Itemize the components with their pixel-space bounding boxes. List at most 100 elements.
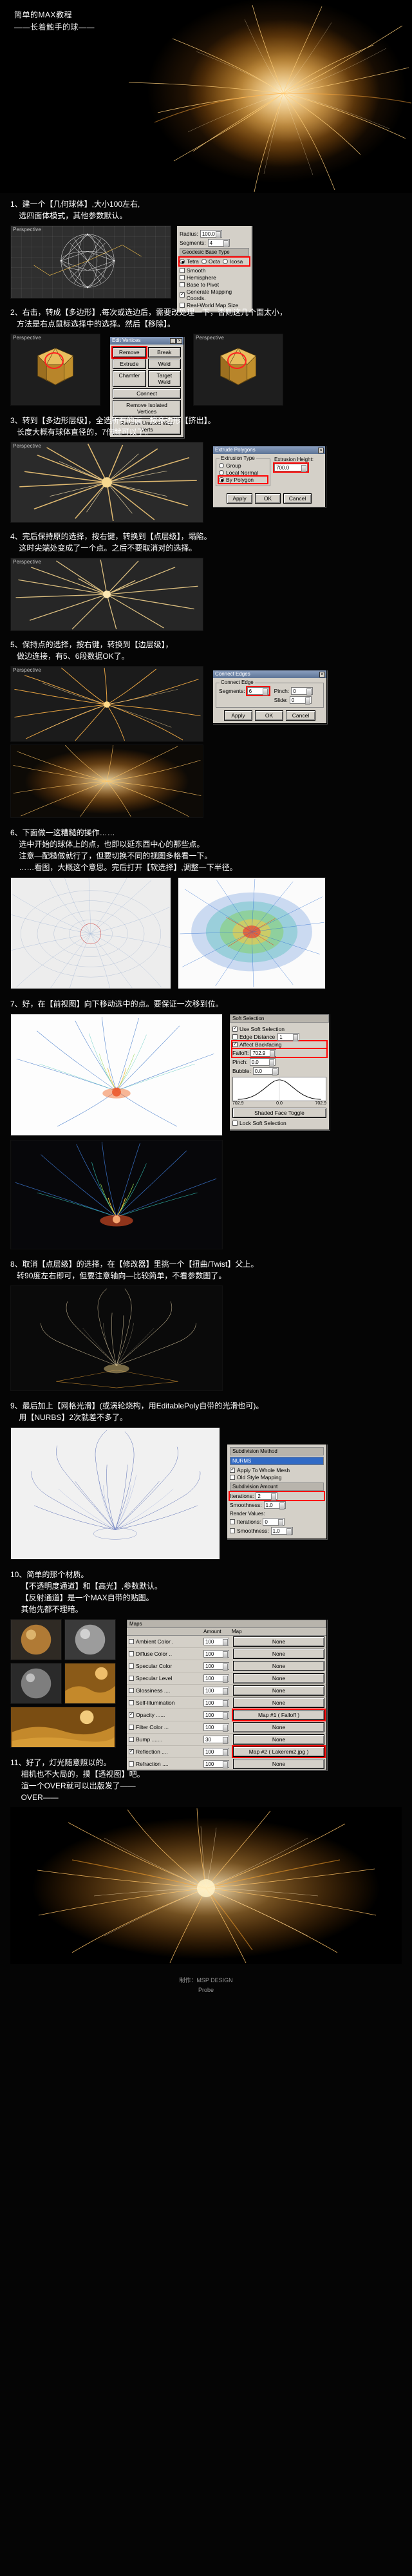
check-old-style-mapping[interactable]: Old Style Mapping xyxy=(230,1474,324,1481)
close-icon[interactable]: × xyxy=(176,337,182,344)
connect-segments-row[interactable]: Segments: 6 xyxy=(219,686,270,696)
smoothness-value[interactable]: 1.0 xyxy=(263,1501,286,1510)
chamfer-button[interactable]: Chamfer xyxy=(113,370,146,387)
map-row-amount[interactable]: 100 xyxy=(203,1723,229,1732)
connect-segments-value[interactable]: 6 xyxy=(245,686,270,696)
viewport-twist[interactable]: Perspective xyxy=(10,1285,223,1391)
meshsmooth-dialog[interactable]: Subdivision Method NURMS Apply To Whole … xyxy=(227,1444,327,1539)
table-row[interactable]: Opacity ...... 100 Map #1 ( Falloff ) xyxy=(127,1709,326,1721)
check-edge-distance[interactable]: Edge Distance xyxy=(232,1034,275,1040)
connect-titlebar-buttons[interactable]: × xyxy=(319,671,326,677)
extrusion-height-value[interactable]: 700.0 xyxy=(273,462,309,473)
falloff-value[interactable]: 702.9 xyxy=(250,1049,277,1057)
map-row-slot[interactable]: None xyxy=(233,1661,324,1671)
check-apply-to-whole-mesh[interactable]: Apply To Whole Mesh xyxy=(230,1466,324,1473)
break-button[interactable]: Break xyxy=(147,347,181,357)
map-row-slot[interactable]: None xyxy=(233,1722,324,1732)
subdivision-method-value[interactable]: NURMS xyxy=(230,1457,323,1464)
render-smoothness-value[interactable]: 1.0 xyxy=(270,1527,293,1535)
base-type-icosa[interactable]: Icosa xyxy=(222,258,243,265)
viewport-front-soft[interactable]: Front xyxy=(10,1014,223,1136)
map-row-amount[interactable]: 100 xyxy=(203,1662,229,1671)
check-base-to-pivot[interactable]: Base to Pivot xyxy=(180,281,249,288)
check-affect-backfacing[interactable]: Affect Backfacing xyxy=(231,1040,328,1049)
extrude-button[interactable]: Extrude xyxy=(113,359,146,369)
cancel-button[interactable]: Cancel xyxy=(286,710,315,721)
viewport-softsel-right[interactable] xyxy=(178,877,326,989)
material-swatch-2[interactable] xyxy=(64,1619,116,1660)
table-row[interactable]: Glossiness .... 100 None xyxy=(127,1685,326,1697)
table-row[interactable]: Self-Illumination 100 None xyxy=(127,1697,326,1709)
titlebar-buttons[interactable]: _ × xyxy=(170,337,183,344)
connect-pinch-value[interactable]: 0 xyxy=(291,687,314,696)
extrusion-group-option[interactable]: Group xyxy=(219,462,267,469)
bubble-value[interactable]: 0.0 xyxy=(252,1067,279,1075)
ok-button[interactable]: OK xyxy=(255,710,283,721)
viewport-connect-edges[interactable]: Perspective xyxy=(10,666,203,742)
pinch-value[interactable]: 0.0 xyxy=(249,1058,276,1066)
material-swatch-3[interactable] xyxy=(10,1663,62,1704)
geosphere-params-dialog[interactable]: Radius: 100.0 Segments: 4 Geodesic Base … xyxy=(176,225,252,312)
viewport-geosphere[interactable]: Perspective xyxy=(10,225,171,299)
weld-button[interactable]: Weld xyxy=(147,359,181,369)
table-row[interactable]: Bump ....... 30 None xyxy=(127,1734,326,1746)
map-row-amount[interactable]: 100 xyxy=(203,1687,229,1695)
edge-distance-value[interactable]: 1 xyxy=(277,1033,300,1041)
viewport-meshsmooth[interactable] xyxy=(10,1427,220,1560)
map-row-amount[interactable]: 100 xyxy=(203,1650,229,1658)
connect-slide-value[interactable]: 0 xyxy=(289,696,312,705)
map-row-slot[interactable]: Map #1 ( Falloff ) xyxy=(232,1709,326,1721)
check-hemisphere[interactable]: Hemisphere xyxy=(180,274,249,281)
soft-selection-dialog[interactable]: Soft Selection Use Soft Selection Edge D… xyxy=(229,1014,330,1130)
viewport-wire-left[interactable] xyxy=(10,877,171,989)
table-row[interactable]: Ambient Color . 100 None xyxy=(127,1636,326,1648)
connect-pinch-row[interactable]: Pinch: 0 xyxy=(274,687,321,696)
extrusion-by-polygon-option[interactable]: By Polygon xyxy=(218,475,268,484)
map-row-amount[interactable]: 30 xyxy=(203,1736,229,1744)
check-use-soft-selection[interactable]: Use Soft Selection xyxy=(232,1025,326,1032)
map-row-slot[interactable]: None xyxy=(233,1636,324,1647)
close-icon[interactable]: × xyxy=(318,447,324,453)
param-radius[interactable]: Radius: 100.0 xyxy=(180,230,249,238)
map-row-slot[interactable]: None xyxy=(233,1734,324,1745)
connect-button[interactable]: Connect xyxy=(113,388,181,399)
table-row[interactable]: Specular Level 100 None xyxy=(127,1672,326,1685)
render-iterations-row[interactable]: Iterations: 0 xyxy=(230,1518,324,1526)
map-row-slot[interactable]: None xyxy=(233,1649,324,1659)
minimize-icon[interactable]: _ xyxy=(170,337,176,344)
map-row-amount[interactable]: 100 xyxy=(203,1638,229,1646)
viewport-orange-render[interactable] xyxy=(10,744,203,818)
map-row-amount[interactable]: 100 xyxy=(203,1699,229,1707)
subdivision-method-select[interactable]: NURMS xyxy=(230,1457,324,1465)
param-radius-value[interactable]: 100.0 xyxy=(200,230,222,238)
viewport-collapse[interactable]: Perspective xyxy=(10,558,203,631)
map-row-amount[interactable]: 100 xyxy=(203,1674,229,1683)
table-row[interactable]: Specular Color 100 None xyxy=(127,1660,326,1672)
check-smooth[interactable]: Smooth xyxy=(180,267,249,274)
close-icon[interactable]: × xyxy=(319,671,325,677)
extrusion-local-normal-option[interactable]: Local Normal xyxy=(219,469,267,476)
map-row-slot[interactable]: None xyxy=(233,1685,324,1696)
render-smoothness-check[interactable] xyxy=(230,1528,235,1533)
viewport-colorful-render[interactable] xyxy=(10,1140,223,1249)
connect-slide-row[interactable]: Slide: 0 xyxy=(274,696,321,705)
extrude-polygons-dialog[interactable]: Extrude Polygons × Extrusion Type Group … xyxy=(212,446,326,507)
render-smoothness-row[interactable]: Smoothness: 1.0 xyxy=(230,1527,324,1535)
reflection-map-preview[interactable] xyxy=(10,1707,116,1748)
remove-button[interactable]: Remove xyxy=(111,346,147,359)
check-generate-mapping-coords[interactable]: Generate Mapping Coords. xyxy=(180,289,249,301)
pinch-row[interactable]: Pinch: 0.0 xyxy=(232,1058,326,1066)
param-segments-value[interactable]: 4 xyxy=(207,239,230,247)
viewport-poly-left[interactable]: Perspective xyxy=(10,334,100,406)
base-type-tetra[interactable]: Tetra xyxy=(180,258,199,265)
map-row-slot[interactable]: None xyxy=(233,1698,324,1708)
param-segments[interactable]: Segments: 4 xyxy=(180,239,249,247)
map-row-amount[interactable]: 100 xyxy=(203,1711,229,1719)
shaded-face-toggle-button[interactable]: Shaded Face Toggle xyxy=(232,1108,326,1118)
falloff-row[interactable]: Falloff: 702.9 xyxy=(231,1048,328,1058)
table-row[interactable]: Filter Color ... 100 None xyxy=(127,1721,326,1734)
cancel-button[interactable]: Cancel xyxy=(283,493,312,504)
map-row-slot[interactable]: None xyxy=(233,1673,324,1683)
bubble-row[interactable]: Bubble: 0.0 xyxy=(232,1067,326,1075)
viewport-extrude[interactable]: Perspective xyxy=(10,442,203,523)
